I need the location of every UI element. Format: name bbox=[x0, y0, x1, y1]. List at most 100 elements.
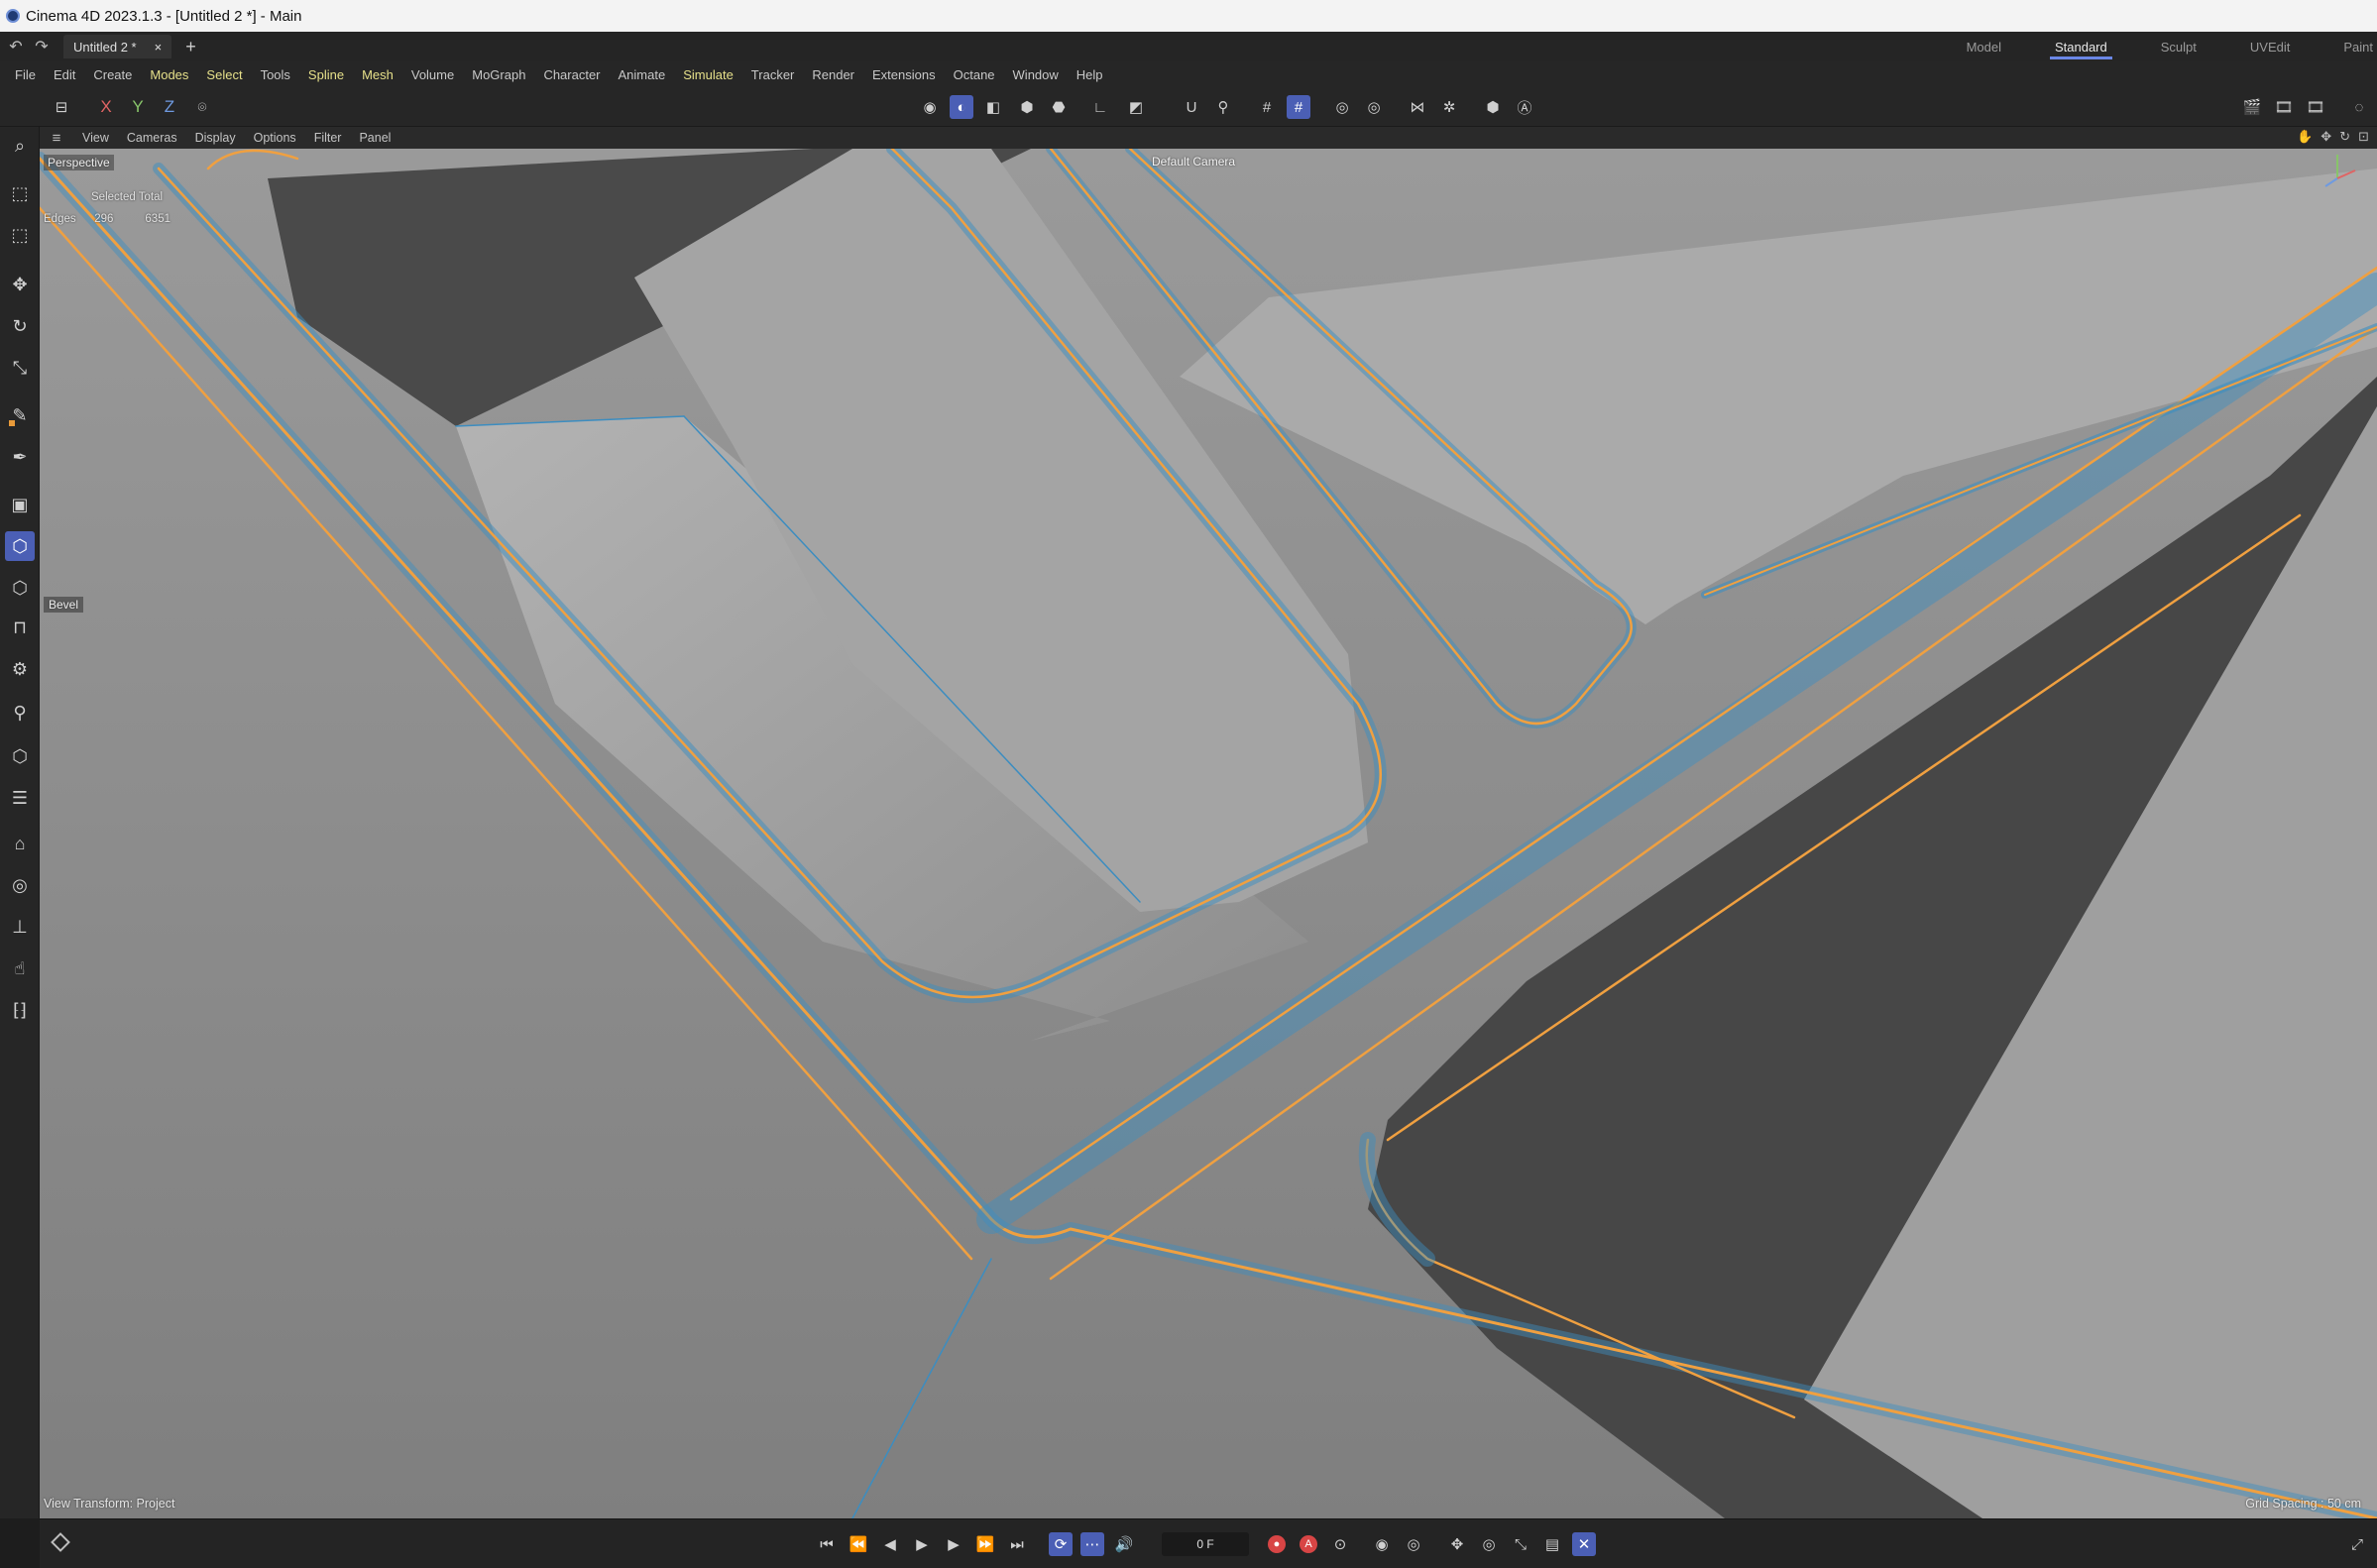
picture-viewer-icon[interactable]: ◌ bbox=[2347, 95, 2371, 119]
close-tab-icon[interactable]: × bbox=[155, 40, 163, 55]
menu-animate[interactable]: Animate bbox=[610, 67, 675, 82]
subdivide-icon[interactable]: ⬡ bbox=[5, 741, 35, 771]
weld-icon[interactable]: ☰ bbox=[5, 783, 35, 813]
axis-x-toggle[interactable]: X bbox=[95, 95, 117, 119]
viewport-menu-view[interactable]: View bbox=[73, 131, 118, 145]
live-selection-icon[interactable]: ⬚ bbox=[5, 178, 35, 208]
keyframe-selection-icon[interactable]: ⊙ bbox=[1328, 1532, 1352, 1556]
viewport-menu-display[interactable]: Display bbox=[186, 131, 245, 145]
go-to-end-icon[interactable]: ⏭ bbox=[1005, 1532, 1029, 1556]
menu-character[interactable]: Character bbox=[534, 67, 609, 82]
viewport-menu-filter[interactable]: Filter bbox=[305, 131, 351, 145]
sound-icon[interactable]: 🔊 bbox=[1112, 1532, 1136, 1556]
corner-resize-icon[interactable]: ⤢ bbox=[2345, 1532, 2369, 1556]
move-icon[interactable]: ✥ bbox=[5, 270, 35, 299]
viewport-menu-options[interactable]: Options bbox=[245, 131, 305, 145]
key-mode-icon[interactable]: ◉ bbox=[1370, 1532, 1394, 1556]
redo-icon[interactable]: ↷ bbox=[32, 37, 52, 56]
grid-snap-icon[interactable]: # bbox=[1255, 95, 1279, 119]
record-rotation-icon[interactable]: ◎ bbox=[1477, 1532, 1501, 1556]
solo-icon[interactable]: ◩ bbox=[1124, 95, 1148, 119]
pen-icon[interactable]: ✒ bbox=[5, 442, 35, 472]
active-tool-label[interactable]: Bevel bbox=[44, 597, 84, 613]
record-keys-icon[interactable]: ● bbox=[1265, 1532, 1289, 1556]
menu-edit[interactable]: Edit bbox=[45, 67, 84, 82]
uv-mode-icon[interactable]: ⬣ bbox=[1047, 95, 1071, 119]
brush-icon[interactable]: ✎ bbox=[5, 400, 35, 430]
orbit-icon[interactable]: ↻ bbox=[2339, 129, 2350, 145]
3d-viewport[interactable]: Perspective Default Camera Selected Tota… bbox=[40, 149, 2377, 1518]
axis-mode-icon[interactable]: ∟ bbox=[1088, 95, 1112, 119]
menu-volume[interactable]: Volume bbox=[402, 67, 463, 82]
menu-select[interactable]: Select bbox=[197, 67, 251, 82]
bridge-icon[interactable]: ⊓ bbox=[5, 613, 35, 642]
box-selection-icon[interactable]: ⬚ bbox=[5, 220, 35, 250]
menu-spline[interactable]: Spline bbox=[299, 67, 353, 82]
hide-icon[interactable]: ⬢ bbox=[1481, 95, 1505, 119]
menu-window[interactable]: Window bbox=[1004, 67, 1068, 82]
snap-icon[interactable]: U bbox=[1180, 95, 1203, 119]
menu-octane[interactable]: Octane bbox=[945, 67, 1004, 82]
undo-history-icon[interactable]: ⊟ bbox=[50, 95, 73, 119]
record-scale-icon[interactable]: ⤡ bbox=[1509, 1532, 1532, 1556]
menu-create[interactable]: Create bbox=[84, 67, 141, 82]
layout-paint[interactable]: Paint bbox=[2317, 32, 2377, 61]
record-pla-icon[interactable]: ✕ bbox=[1572, 1532, 1596, 1556]
workplane-icon[interactable]: ⚲ bbox=[1211, 95, 1235, 119]
coordinate-system-icon[interactable]: ⌾ bbox=[190, 95, 214, 119]
new-tab-icon[interactable]: + bbox=[185, 37, 196, 57]
magnet-icon[interactable]: ⚲ bbox=[5, 698, 35, 728]
menu-tracker[interactable]: Tracker bbox=[742, 67, 804, 82]
point-mode-icon[interactable]: ◐ bbox=[950, 95, 973, 119]
scale-icon[interactable]: ⤡ bbox=[5, 353, 35, 383]
iron-icon[interactable]: ⊥ bbox=[5, 912, 35, 942]
layout-standard[interactable]: Standard bbox=[2028, 32, 2134, 61]
render-view-icon[interactable]: 🎬 bbox=[2240, 95, 2264, 119]
spin-edge-icon[interactable]: ☝ bbox=[5, 953, 35, 983]
symmetry-icon[interactable]: ◎ bbox=[1330, 95, 1354, 119]
menu-mesh[interactable]: Mesh bbox=[353, 67, 402, 82]
menu-tools[interactable]: Tools bbox=[252, 67, 299, 82]
menu-file[interactable]: File bbox=[6, 67, 45, 82]
viewport-projection-label[interactable]: Perspective bbox=[44, 155, 114, 170]
object-mode-icon[interactable]: ◉ bbox=[918, 95, 942, 119]
cube-icon[interactable]: ▣ bbox=[5, 490, 35, 519]
go-to-start-icon[interactable]: ⏮ bbox=[815, 1532, 839, 1556]
dissolve-icon[interactable]: ⁅⁆ bbox=[5, 995, 35, 1025]
edge-mode-icon[interactable]: ◧ bbox=[981, 95, 1005, 119]
pan-icon[interactable]: ✋ bbox=[2297, 129, 2313, 145]
viewport-menu-panel[interactable]: Panel bbox=[350, 131, 399, 145]
document-tab[interactable]: Untitled 2 * × bbox=[63, 35, 172, 58]
menu-simulate[interactable]: Simulate bbox=[674, 67, 742, 82]
maximize-view-icon[interactable]: ⊡ bbox=[2358, 129, 2369, 145]
next-key-icon[interactable]: ⏩ bbox=[973, 1532, 997, 1556]
mirror-icon[interactable]: ◎ bbox=[5, 870, 35, 900]
viewport-hamburger-icon[interactable]: ≡ bbox=[40, 130, 73, 147]
interpolation-icon[interactable]: ◎ bbox=[1402, 1532, 1425, 1556]
current-frame-field[interactable]: 0 F bbox=[1162, 1532, 1249, 1556]
loop-icon[interactable]: ⟳ bbox=[1049, 1532, 1073, 1556]
axis-z-toggle[interactable]: Z bbox=[159, 95, 180, 119]
layout-sculpt[interactable]: Sculpt bbox=[2134, 32, 2223, 61]
previous-key-icon[interactable]: ⏪ bbox=[847, 1532, 870, 1556]
menu-render[interactable]: Render bbox=[803, 67, 863, 82]
previous-frame-icon[interactable]: ◀ bbox=[878, 1532, 902, 1556]
auto-icon[interactable]: Ⓐ bbox=[1513, 95, 1536, 119]
menu-extensions[interactable]: Extensions bbox=[863, 67, 945, 82]
menu-mograph[interactable]: MoGraph bbox=[463, 67, 534, 82]
viewport-menu-cameras[interactable]: Cameras bbox=[118, 131, 186, 145]
knife-icon[interactable]: ⚙ bbox=[5, 654, 35, 684]
viewport-solo-icon[interactable]: ⋈ bbox=[1406, 95, 1429, 119]
quantize-icon[interactable]: # bbox=[1287, 95, 1310, 119]
search-icon[interactable]: ⌕ bbox=[5, 131, 35, 161]
rotate-icon[interactable]: ↻ bbox=[5, 311, 35, 341]
viewport-camera-label[interactable]: Default Camera bbox=[1152, 155, 1235, 168]
undo-icon[interactable]: ↶ bbox=[6, 37, 26, 56]
slide-icon[interactable]: ⌂ bbox=[5, 829, 35, 858]
render-queue-icon[interactable]: 🎞 bbox=[2304, 95, 2327, 119]
play-icon[interactable]: ▶ bbox=[910, 1532, 934, 1556]
layout-model[interactable]: Model bbox=[1940, 32, 2028, 61]
menu-modes[interactable]: Modes bbox=[141, 67, 197, 82]
polygon-pen-icon[interactable]: ⬡ bbox=[5, 531, 35, 561]
keyframe-diamond-icon[interactable] bbox=[51, 1532, 70, 1552]
